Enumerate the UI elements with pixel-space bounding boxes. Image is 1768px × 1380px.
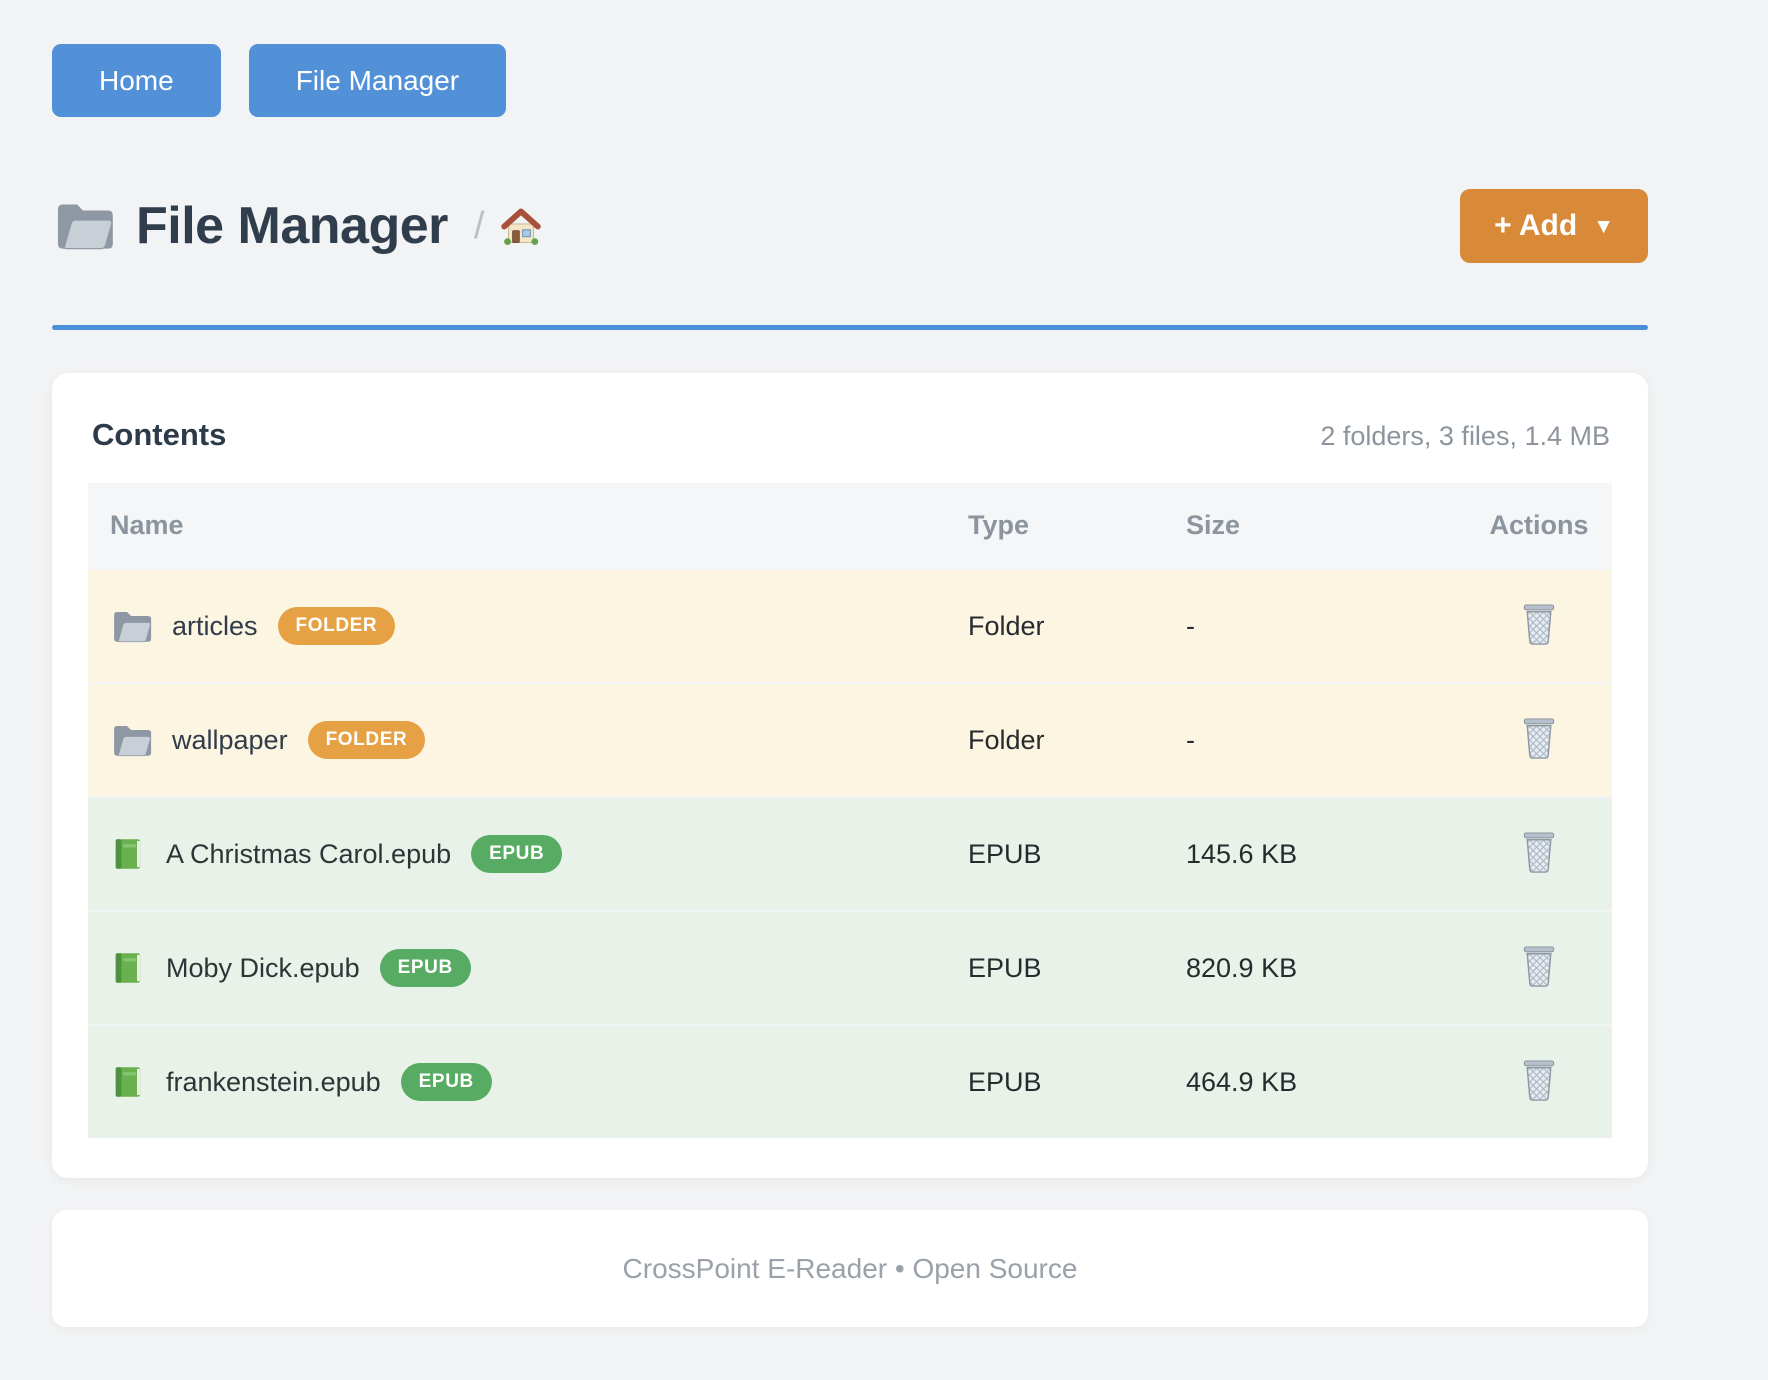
contents-summary: 2 folders, 3 files, 1.4 MB [1320,421,1610,452]
trash-icon [1519,716,1559,764]
trash-icon [1519,830,1559,878]
page-header: File Manager / + Add ▼ [52,189,1648,263]
book-icon [110,1063,146,1101]
file-name-link[interactable]: wallpaper [172,725,288,756]
delete-button[interactable] [1513,596,1565,656]
type-badge: FOLDER [278,607,396,645]
delete-button[interactable] [1513,1052,1565,1112]
trash-icon [1519,602,1559,650]
footer: CrossPoint E-Reader • Open Source [52,1210,1648,1327]
file-name-link[interactable]: Moby Dick.epub [166,953,360,984]
column-header-type: Type [968,483,1186,569]
folder-icon [110,608,152,645]
delete-button[interactable] [1513,824,1565,884]
type-badge: EPUB [401,1063,492,1101]
name-cell: wallpaper FOLDER [88,684,968,796]
open-folder-icon [52,198,114,254]
nav-file-manager-button[interactable]: File Manager [249,44,506,117]
size-cell: - [1186,683,1466,797]
table-header-row: Name Type Size Actions [88,483,1612,569]
book-icon [110,835,146,873]
name-cell: articles FOLDER [88,570,968,682]
table-row: Moby Dick.epub EPUB EPUB 820.9 KB [88,911,1612,1025]
nav-home-button[interactable]: Home [52,44,221,117]
file-table: Name Type Size Actions articles FOLDER F… [88,483,1612,1138]
add-button-label: + Add [1494,209,1577,243]
size-cell: 820.9 KB [1186,911,1466,1025]
size-cell: 464.9 KB [1186,1025,1466,1138]
type-cell: EPUB [968,911,1186,1025]
type-cell: EPUB [968,1025,1186,1138]
name-cell: frankenstein.epub EPUB [88,1026,968,1138]
delete-button[interactable] [1513,710,1565,770]
name-cell: A Christmas Carol.epub EPUB [88,798,968,910]
type-cell: EPUB [968,797,1186,911]
column-header-actions: Actions [1466,483,1612,569]
book-icon [110,949,146,987]
file-name-link[interactable]: articles [172,611,258,642]
type-cell: Folder [968,683,1186,797]
type-badge: EPUB [471,835,562,873]
name-cell: Moby Dick.epub EPUB [88,912,968,1024]
folder-icon [110,722,152,759]
card-title: Contents [92,417,226,453]
table-row: wallpaper FOLDER Folder - [88,683,1612,797]
trash-icon [1519,1058,1559,1106]
add-button[interactable]: + Add ▼ [1460,189,1648,263]
type-badge: EPUB [380,949,471,987]
header-divider [52,325,1648,330]
type-cell: Folder [968,569,1186,683]
file-name-link[interactable]: frankenstein.epub [166,1067,381,1098]
page-title: File Manager [136,196,448,256]
table-row: frankenstein.epub EPUB EPUB 464.9 KB [88,1025,1612,1138]
delete-button[interactable] [1513,938,1565,998]
table-row: articles FOLDER Folder - [88,569,1612,683]
column-header-name: Name [88,483,968,569]
column-header-size: Size [1186,483,1466,569]
file-name-link[interactable]: A Christmas Carol.epub [166,839,451,870]
size-cell: 145.6 KB [1186,797,1466,911]
contents-card: Contents 2 folders, 3 files, 1.4 MB Name… [52,373,1648,1178]
trash-icon [1519,944,1559,992]
breadcrumb-separator: / [474,205,485,248]
size-cell: - [1186,569,1466,683]
type-badge: FOLDER [308,721,426,759]
card-header: Contents 2 folders, 3 files, 1.4 MB [88,417,1612,483]
breadcrumb-home-icon[interactable] [500,207,542,246]
footer-text: CrossPoint E-Reader • Open Source [623,1253,1078,1285]
top-nav: Home File Manager [52,0,1648,117]
table-row: A Christmas Carol.epub EPUB EPUB 145.6 K… [88,797,1612,911]
file-manager-page: Home File Manager File Manager / + Add ▼… [52,0,1648,1327]
file-table-body: articles FOLDER Folder - wallpaper FOLDE… [88,569,1612,1138]
caret-down-icon: ▼ [1593,215,1614,239]
